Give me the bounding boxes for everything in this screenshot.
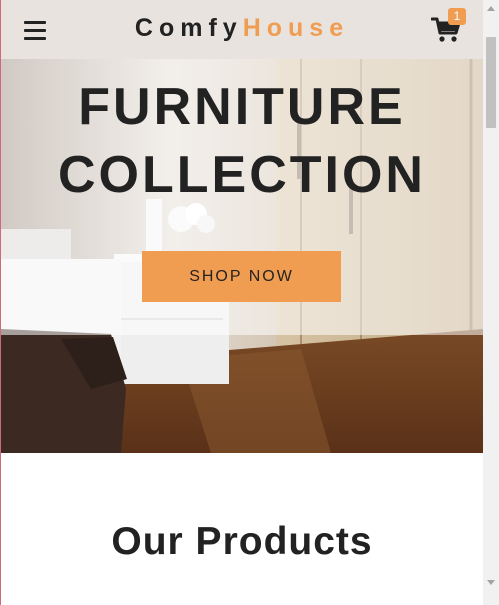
products-section-title: Our Products (111, 520, 373, 563)
banner-title-line-2: COLLECTION (58, 146, 426, 204)
shop-now-button[interactable]: SHOP NOW (142, 251, 341, 302)
logo-house: House (242, 14, 350, 42)
navbar: ComfyHouse 1 (1, 0, 483, 59)
scroll-down-arrow-icon[interactable] (487, 580, 495, 585)
cart-button[interactable]: 1 (431, 8, 469, 46)
logo-comfy: Comfy (134, 14, 243, 42)
hero-section: FURNITURE COLLECTION SHOP NOW (1, 59, 483, 453)
window-edge (0, 0, 1, 605)
page: ComfyHouse 1 FURNITURE COLLECTION SHOP N… (1, 0, 483, 605)
banner-title: FURNITURE COLLECTION (1, 73, 483, 209)
banner-title-line-1: FURNITURE (78, 78, 406, 136)
site-logo[interactable]: ComfyHouse (1, 12, 483, 44)
cart-count-badge: 1 (448, 8, 466, 25)
banner: FURNITURE COLLECTION SHOP NOW (1, 59, 483, 335)
vertical-scrollbar[interactable] (483, 0, 499, 605)
scrollbar-thumb[interactable] (486, 37, 496, 128)
scroll-up-arrow-icon[interactable] (487, 6, 495, 11)
browser-viewport: ComfyHouse 1 FURNITURE COLLECTION SHOP N… (0, 0, 499, 605)
